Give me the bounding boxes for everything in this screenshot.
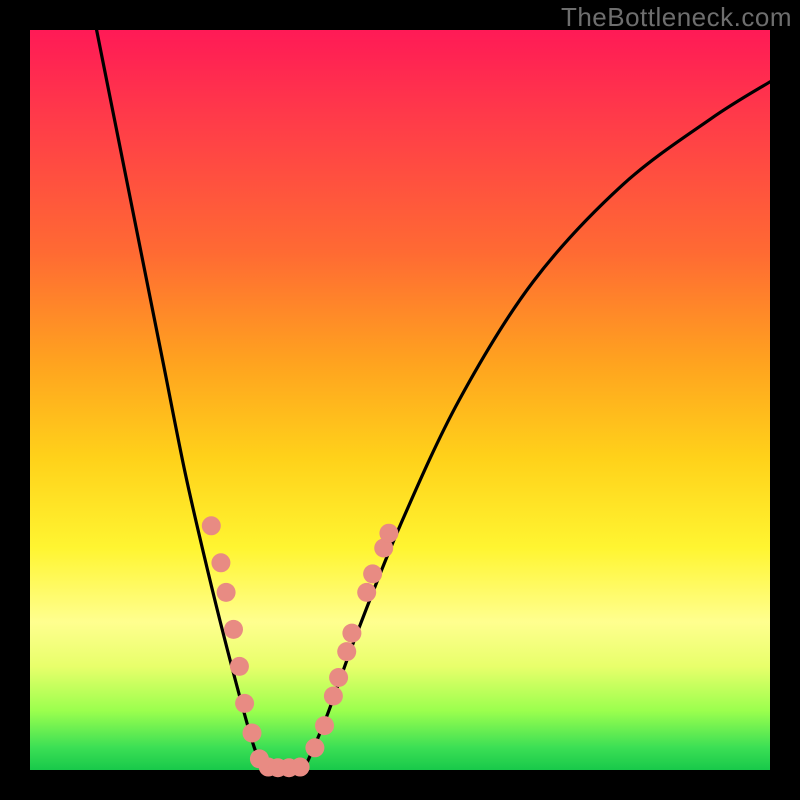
- data-marker: [305, 738, 324, 757]
- data-marker: [217, 583, 236, 602]
- data-marker: [202, 516, 221, 535]
- data-marker: [329, 668, 348, 687]
- data-marker: [324, 687, 343, 706]
- data-marker: [342, 624, 361, 643]
- data-marker: [243, 724, 262, 743]
- plot-area: [30, 30, 770, 770]
- data-marker: [379, 524, 398, 543]
- data-marker: [315, 716, 334, 735]
- watermark-text: TheBottleneck.com: [561, 2, 792, 33]
- bottleneck-curve: [97, 30, 770, 774]
- curve-path: [97, 30, 770, 774]
- marker-group: [202, 516, 399, 777]
- data-marker: [230, 657, 249, 676]
- chart-frame: TheBottleneck.com: [0, 0, 800, 800]
- data-marker: [357, 583, 376, 602]
- data-marker: [337, 642, 356, 661]
- data-marker: [291, 758, 310, 777]
- data-marker: [235, 694, 254, 713]
- chart-svg: [30, 30, 770, 770]
- data-marker: [363, 564, 382, 583]
- data-marker: [211, 553, 230, 572]
- data-marker: [224, 620, 243, 639]
